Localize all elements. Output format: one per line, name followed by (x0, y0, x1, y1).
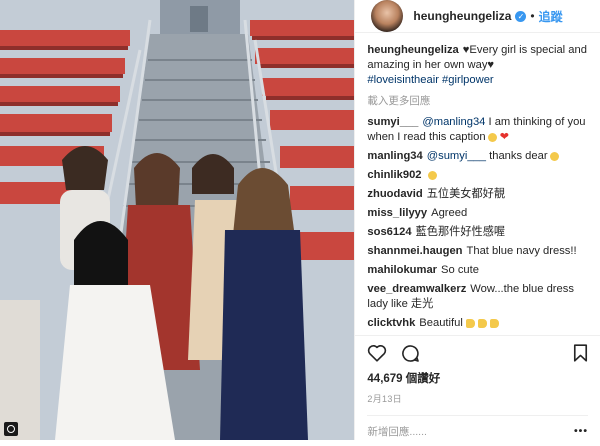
comment-text: 五位美女都好靚 (426, 188, 506, 200)
comment-username[interactable]: sos6124 (367, 226, 411, 238)
comment-username[interactable]: zhuodavid (367, 188, 422, 200)
action-icons (367, 336, 588, 370)
smile-emoji-icon (427, 170, 437, 180)
like-count[interactable]: 44,679 個讚好 (367, 370, 588, 386)
comment-mention[interactable]: @sumyi___ (427, 150, 486, 162)
post-date: 2月13日 (367, 394, 402, 404)
heart-emoji-icon: ❤ (499, 131, 510, 143)
comment-item: zhuodavid 五位美女都好靚 (367, 187, 588, 202)
bookmark-icon[interactable] (573, 344, 588, 362)
comment-username[interactable]: sumyi___ (367, 116, 418, 128)
comment-item: clicktvhk Beautiful (367, 316, 588, 331)
comment-username[interactable]: shannmei.haugen (367, 245, 462, 257)
comment-item: manling34 @sumyi___ thanks dear (367, 149, 588, 164)
comment-mention[interactable]: @manling34 (422, 116, 485, 128)
thumbs-up-emoji-icon (477, 318, 487, 328)
caption-username[interactable]: heungheungeliza (367, 44, 458, 56)
comment-text: thanks dear (486, 150, 548, 162)
comment-item: sumyi___ @manling34 I am thinking of you … (367, 115, 588, 145)
heart-outline-icon[interactable] (367, 344, 387, 362)
comment-text: Agreed (431, 207, 468, 219)
more-options-button[interactable]: ••• (574, 425, 588, 437)
comment-text: Beautiful (419, 317, 463, 329)
post-actions: 44,679 個讚好 2月13日 新增回應...... ••• (355, 335, 600, 446)
post-caption: heungheungeliza ♥Every girl is special an… (367, 43, 588, 88)
comment-username[interactable]: manling34 (367, 150, 422, 162)
speech-bubble-icon[interactable] (401, 344, 420, 363)
comment-item: miss_lilyyy Agreed (367, 206, 588, 221)
verified-badge-icon: ✓ (515, 10, 527, 22)
hashtag-link[interactable]: #loveisintheair (367, 74, 439, 86)
follow-button[interactable]: 追蹤 (539, 8, 563, 25)
smile-emoji-icon (549, 151, 559, 161)
comment-text: So cute (441, 264, 479, 276)
post-header: heungheungeliza ✓ • 追蹤 (355, 0, 600, 33)
comment-username[interactable]: vee_dreamwalkerz (367, 283, 466, 295)
header-separator: • (530, 9, 535, 23)
comment-username[interactable]: mahilokumar (367, 264, 437, 276)
instagram-post: heungheungeliza ✓ • 追蹤 heungheungeliza ♥E… (0, 0, 600, 440)
add-comment-input[interactable]: 新增回應...... (367, 424, 427, 439)
load-more-comments-button[interactable]: 載入更多回應 (367, 94, 588, 109)
photo-illustration (0, 0, 355, 440)
comments-list: heungheungeliza ♥Every girl is special an… (355, 33, 600, 335)
comment-username[interactable]: miss_lilyyy (367, 207, 427, 219)
smile-emoji-icon (487, 132, 497, 142)
add-comment-bar: 新增回應...... ••• (367, 415, 588, 446)
avatar[interactable] (371, 0, 404, 32)
comment-username[interactable]: chinlik902 (367, 169, 421, 181)
comment-item: mahilokumar So cute (367, 263, 588, 278)
comment-item: chinlik902 (367, 168, 588, 183)
camera-icon (4, 422, 18, 436)
comment-text: That blue navy dress!! (466, 245, 577, 257)
comment-item: shannmei.haugen That blue navy dress!! (367, 244, 588, 259)
comment-item: vee_dreamwalkerz Wow...the blue dress lad… (367, 282, 588, 312)
comment-text: 藍色那件好性感喔 (415, 226, 506, 238)
comment-username[interactable]: clicktvhk (367, 317, 415, 329)
thumbs-up-emoji-icon (489, 318, 499, 328)
comment-item: sos6124 藍色那件好性感喔 (367, 225, 588, 240)
post-photo[interactable] (0, 0, 355, 440)
hashtag-link[interactable]: #girlpower (442, 74, 494, 86)
header-username[interactable]: heungheungeliza (413, 9, 511, 23)
post-sidebar: heungheungeliza ✓ • 追蹤 heungheungeliza ♥E… (354, 0, 600, 440)
thumbs-up-emoji-icon (465, 318, 475, 328)
